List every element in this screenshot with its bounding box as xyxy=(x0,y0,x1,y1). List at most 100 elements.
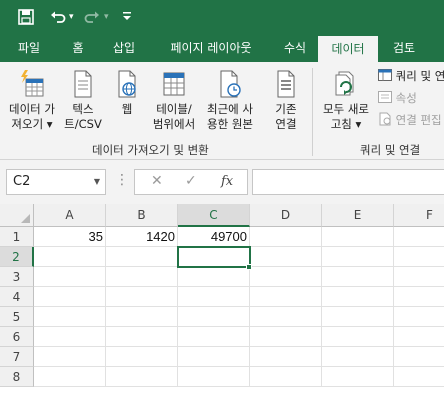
undo-dropdown-icon[interactable]: ▾ xyxy=(69,6,74,28)
cell-b1[interactable]: 1420 xyxy=(106,227,178,247)
tab-review[interactable]: 검토 xyxy=(382,34,426,62)
from-web-button[interactable]: 웹 xyxy=(108,68,146,117)
column-header-a[interactable]: A xyxy=(34,204,106,227)
cell-e2[interactable] xyxy=(322,247,394,267)
existing-connections-button[interactable]: 기존 연결 xyxy=(264,68,308,132)
cell-e5[interactable] xyxy=(322,307,394,327)
spreadsheet-grid: A B C D E F 1 2 3 4 5 6 7 8 35 1420 49700 xyxy=(0,204,444,404)
group-label-get-transform: 데이터 가져오기 및 변환 xyxy=(92,143,209,157)
cell-c8[interactable] xyxy=(178,367,250,387)
cell-c1[interactable]: 49700 xyxy=(178,227,250,247)
cell-d4[interactable] xyxy=(250,287,322,307)
cell-d8[interactable] xyxy=(250,367,322,387)
cell-d1[interactable] xyxy=(250,227,322,247)
cell-c5[interactable] xyxy=(178,307,250,327)
cell-b2[interactable] xyxy=(106,247,178,267)
name-box-dropdown-icon[interactable]: ▼ xyxy=(94,170,100,194)
save-icon[interactable] xyxy=(18,6,38,28)
refresh-all-button[interactable]: 모두 새로 고침 ▾ xyxy=(316,68,376,132)
cell-c4[interactable] xyxy=(178,287,250,307)
cell-f4[interactable] xyxy=(394,287,444,307)
cell-d7[interactable] xyxy=(250,347,322,367)
get-data-button[interactable]: 데이터 가 져오기 ▾ xyxy=(2,68,62,132)
undo-icon[interactable] xyxy=(50,6,66,28)
cell-a7[interactable] xyxy=(34,347,106,367)
redo-dropdown-icon[interactable]: ▾ xyxy=(104,6,109,28)
cell-d5[interactable] xyxy=(250,307,322,327)
column-header-f[interactable]: F xyxy=(394,204,444,227)
from-text-csv-button[interactable]: 텍스 트/CSV xyxy=(62,68,104,132)
queries-connections-button[interactable]: 쿼리 및 연 xyxy=(378,68,444,84)
cell-f5[interactable] xyxy=(394,307,444,327)
formula-bar: C2 ▼ ⋮ ✕ ✓ fx xyxy=(0,160,444,204)
from-table-range-button[interactable]: 테이블/ 범위에서 xyxy=(148,68,200,132)
cell-a8[interactable] xyxy=(34,367,106,387)
cell-d2[interactable] xyxy=(250,247,322,267)
column-header-b[interactable]: B xyxy=(106,204,178,227)
cell-e8[interactable] xyxy=(322,367,394,387)
cell-d3[interactable] xyxy=(250,267,322,287)
cell-e6[interactable] xyxy=(322,327,394,347)
cell-b6[interactable] xyxy=(106,327,178,347)
edit-links-button[interactable]: 연결 편집 xyxy=(378,112,442,128)
cell-a4[interactable] xyxy=(34,287,106,307)
recent-sources-icon xyxy=(220,70,241,98)
tab-page-layout[interactable]: 페이지 레이아웃 xyxy=(150,34,272,62)
formula-bar-resize-handle[interactable]: ⋮ xyxy=(115,172,129,188)
cell-d6[interactable] xyxy=(250,327,322,347)
column-header-e[interactable]: E xyxy=(322,204,394,227)
tab-formulas[interactable]: 수식 xyxy=(274,34,316,62)
cell-f2[interactable] xyxy=(394,247,444,267)
row-header-3[interactable]: 3 xyxy=(0,267,34,287)
column-header-c[interactable]: C xyxy=(178,204,250,227)
cancel-icon[interactable]: ✕ xyxy=(151,173,163,189)
cell-f7[interactable] xyxy=(394,347,444,367)
customize-toolbar-icon[interactable] xyxy=(122,6,132,28)
row-header-5[interactable]: 5 xyxy=(0,307,34,327)
cell-c7[interactable] xyxy=(178,347,250,367)
cell-a2[interactable] xyxy=(34,247,106,267)
cell-f8[interactable] xyxy=(394,367,444,387)
existing-connections-label-2: 연결 xyxy=(275,117,297,131)
cell-c3[interactable] xyxy=(178,267,250,287)
cell-c6[interactable] xyxy=(178,327,250,347)
tab-file[interactable]: 파일 xyxy=(6,34,52,62)
row-header-4[interactable]: 4 xyxy=(0,287,34,307)
row-header-1[interactable]: 1 xyxy=(0,227,34,247)
cell-e1[interactable] xyxy=(322,227,394,247)
cell-e7[interactable] xyxy=(322,347,394,367)
redo-icon[interactable] xyxy=(84,6,100,28)
insert-function-icon[interactable]: fx xyxy=(221,174,233,189)
properties-button[interactable]: 속성 xyxy=(378,90,417,106)
fill-handle[interactable] xyxy=(246,264,252,270)
cell-a5[interactable] xyxy=(34,307,106,327)
cell-b3[interactable] xyxy=(106,267,178,287)
tab-home[interactable]: 홈 xyxy=(56,34,100,62)
table-icon xyxy=(163,72,185,96)
row-header-2[interactable]: 2 xyxy=(0,247,34,267)
cell-f6[interactable] xyxy=(394,327,444,347)
row-header-6[interactable]: 6 xyxy=(0,327,34,347)
formula-input[interactable] xyxy=(252,169,444,195)
enter-icon[interactable]: ✓ xyxy=(185,173,197,189)
cell-b4[interactable] xyxy=(106,287,178,307)
cell-e4[interactable] xyxy=(322,287,394,307)
select-all-button[interactable] xyxy=(0,204,34,227)
row-header-7[interactable]: 7 xyxy=(0,347,34,367)
cell-a6[interactable] xyxy=(34,327,106,347)
cell-b8[interactable] xyxy=(106,367,178,387)
name-box[interactable]: C2 ▼ xyxy=(6,169,106,195)
cell-f3[interactable] xyxy=(394,267,444,287)
column-header-d[interactable]: D xyxy=(250,204,322,227)
tab-insert[interactable]: 삽입 xyxy=(102,34,146,62)
row-header-8[interactable]: 8 xyxy=(0,367,34,387)
get-data-icon xyxy=(21,70,44,97)
tab-data[interactable]: 데이터 xyxy=(318,36,378,62)
cell-b5[interactable] xyxy=(106,307,178,327)
cell-b7[interactable] xyxy=(106,347,178,367)
recent-sources-button[interactable]: 최근에 사 용한 원본 xyxy=(200,68,260,132)
cell-e3[interactable] xyxy=(322,267,394,287)
cell-a1[interactable]: 35 xyxy=(34,227,106,247)
cell-f1[interactable] xyxy=(394,227,444,247)
cell-a3[interactable] xyxy=(34,267,106,287)
